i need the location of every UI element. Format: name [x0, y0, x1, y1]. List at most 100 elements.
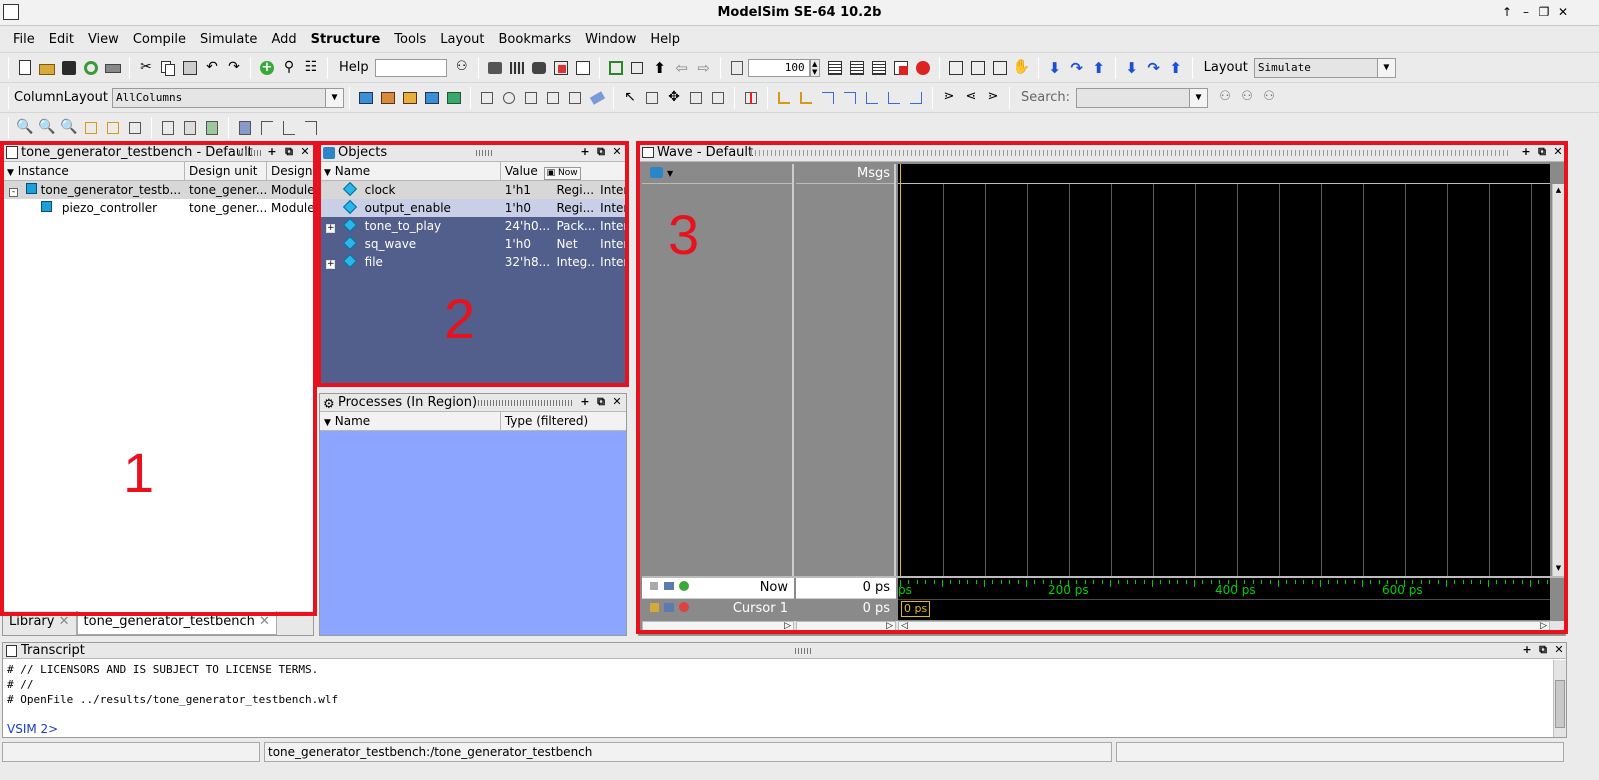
- performance-icon[interactable]: [947, 59, 965, 77]
- format-icon-5[interactable]: [566, 89, 584, 107]
- expand-icon[interactable]: ⋗: [940, 89, 958, 107]
- panel-grip[interactable]: [751, 150, 1511, 156]
- wave-fmt-4-icon[interactable]: [302, 119, 320, 137]
- step-into-icon[interactable]: ⬇: [1046, 59, 1064, 77]
- stretch-icon[interactable]: [709, 89, 727, 107]
- wave-add-icon[interactable]: [357, 89, 375, 107]
- close-window-button[interactable]: ✕: [1556, 4, 1570, 20]
- list-icon[interactable]: [664, 582, 674, 590]
- menu-simulate[interactable]: Simulate: [193, 32, 264, 47]
- run-icon[interactable]: [826, 59, 844, 77]
- chevron-down-icon[interactable]: ▼: [324, 88, 343, 107]
- wave-add2-icon[interactable]: [379, 89, 397, 107]
- hierarchy-icon[interactable]: [607, 59, 625, 77]
- edge-7-icon[interactable]: [907, 89, 925, 107]
- col-instance[interactable]: ▼ Instance: [3, 162, 185, 180]
- edge-3-icon[interactable]: [819, 89, 837, 107]
- col-value[interactable]: Value ▣ Now: [501, 162, 626, 180]
- lock-icon[interactable]: [650, 603, 659, 612]
- close-icon[interactable]: ✕: [298, 145, 312, 159]
- restart-icon[interactable]: [728, 59, 746, 77]
- collapse-icon[interactable]: ⋖: [962, 89, 980, 107]
- column-layout-select[interactable]: AllColumns ▼: [111, 87, 344, 108]
- edge-4-icon[interactable]: [841, 89, 859, 107]
- step-out-c-icon[interactable]: ⬆: [1167, 59, 1185, 77]
- paste-icon[interactable]: [181, 59, 199, 77]
- col-design[interactable]: Design: [267, 162, 313, 180]
- copy-icon[interactable]: [159, 59, 177, 77]
- dataflow-icon[interactable]: [401, 89, 419, 107]
- restore-button[interactable]: ❐: [1537, 4, 1551, 20]
- menu-view[interactable]: View: [81, 32, 126, 47]
- list-item[interactable]: + tone_to_play 24'h0... Pack... Inter: [320, 217, 626, 235]
- menu-bookmarks[interactable]: Bookmarks: [492, 32, 579, 47]
- now-button[interactable]: ▣ Now: [543, 167, 581, 180]
- menu-structure[interactable]: Structure: [304, 32, 388, 47]
- simulate-icon[interactable]: [530, 59, 548, 77]
- plus-icon[interactable]: +: [578, 145, 592, 159]
- list-icon[interactable]: [423, 89, 441, 107]
- list-item[interactable]: + file 32'h8... Integ... Inter: [320, 253, 626, 271]
- break-icon[interactable]: [552, 59, 570, 77]
- scroll-thumb[interactable]: [1555, 680, 1565, 728]
- menu-edit[interactable]: Edit: [42, 32, 81, 47]
- pan-icon[interactable]: ✥: [665, 89, 683, 107]
- layout-select[interactable]: Simulate ▼: [1253, 57, 1396, 78]
- cursor-line[interactable]: [900, 164, 901, 576]
- menu-layout[interactable]: Layout: [433, 32, 491, 47]
- wave-fmt-3-icon[interactable]: [280, 119, 298, 137]
- menu-add[interactable]: Add: [264, 32, 303, 47]
- export-icon[interactable]: [445, 89, 463, 107]
- step-dropdown-icon[interactable]: [629, 59, 647, 77]
- print-icon[interactable]: [104, 59, 122, 77]
- search-next-icon[interactable]: ⚇: [1238, 89, 1256, 107]
- edge-5-icon[interactable]: [863, 89, 881, 107]
- find-icon[interactable]: ⚲: [280, 59, 298, 77]
- close-icon[interactable]: ✕: [610, 395, 624, 409]
- arrow-up-icon[interactable]: ↑: [1500, 4, 1514, 20]
- cursor-flag[interactable]: 0 ps: [901, 601, 931, 617]
- transcript-content[interactable]: # // LICENSORS AND IS SUBJECT TO LICENSE…: [3, 659, 1566, 737]
- close-icon[interactable]: ✕: [1551, 145, 1565, 159]
- table-row[interactable]: - tone_generator_testb... tone_gener... …: [3, 181, 313, 199]
- format-icon-3[interactable]: [522, 89, 540, 107]
- format-icon-2[interactable]: [500, 89, 518, 107]
- wave-display[interactable]: [898, 164, 1550, 576]
- step-over-c-icon[interactable]: ↷: [1145, 59, 1163, 77]
- zoom-range-icon[interactable]: [104, 119, 122, 137]
- plus-icon[interactable]: +: [1520, 643, 1534, 657]
- wave-fmt-2-icon[interactable]: [258, 119, 276, 137]
- objects-icon[interactable]: [650, 167, 663, 178]
- minimize-button[interactable]: –: [1519, 4, 1533, 20]
- tab-sim[interactable]: tone_generator_testbench ✕: [76, 611, 277, 635]
- search-binoculars-icon[interactable]: ⚇: [1216, 89, 1234, 107]
- zoom-full-icon[interactable]: 🔍: [16, 119, 34, 137]
- up-arrow-icon[interactable]: ⬆: [651, 59, 669, 77]
- undock-icon[interactable]: ⧉: [282, 145, 296, 159]
- search-clear-icon[interactable]: ⚇: [1260, 89, 1278, 107]
- break-run-icon[interactable]: [892, 59, 910, 77]
- list-item[interactable]: clock 1'h1 Regi... Inter: [320, 181, 626, 199]
- open-folder-icon[interactable]: [38, 59, 56, 77]
- tree-icon[interactable]: ☷: [302, 59, 320, 77]
- transcript-vscrollbar[interactable]: [1553, 660, 1566, 737]
- close-icon[interactable]: ✕: [610, 145, 624, 159]
- save-icon[interactable]: [60, 59, 78, 77]
- step-into-c-icon[interactable]: ⬇: [1123, 59, 1141, 77]
- continue-icon[interactable]: [848, 59, 866, 77]
- panel-grip[interactable]: [239, 150, 261, 156]
- remove-cursor-icon[interactable]: [679, 602, 689, 612]
- plus-icon[interactable]: +: [1519, 145, 1533, 159]
- stop-icon[interactable]: [914, 59, 932, 77]
- binoculars-icon[interactable]: ⚇: [453, 59, 471, 77]
- scroll-down-icon[interactable]: ▼: [1554, 564, 1563, 572]
- group-icon[interactable]: ⋗: [984, 89, 1002, 107]
- zoom-cursor-icon[interactable]: [82, 119, 100, 137]
- menu-compile[interactable]: Compile: [126, 32, 193, 47]
- edge-next-icon[interactable]: [797, 89, 815, 107]
- undock-icon[interactable]: ⧉: [594, 145, 608, 159]
- undock-icon[interactable]: ⧉: [594, 395, 608, 409]
- run-length-spinner[interactable]: ▲ ▼: [809, 58, 820, 77]
- compile-icon[interactable]: [486, 59, 504, 77]
- search-input[interactable]: ▼: [1076, 87, 1209, 108]
